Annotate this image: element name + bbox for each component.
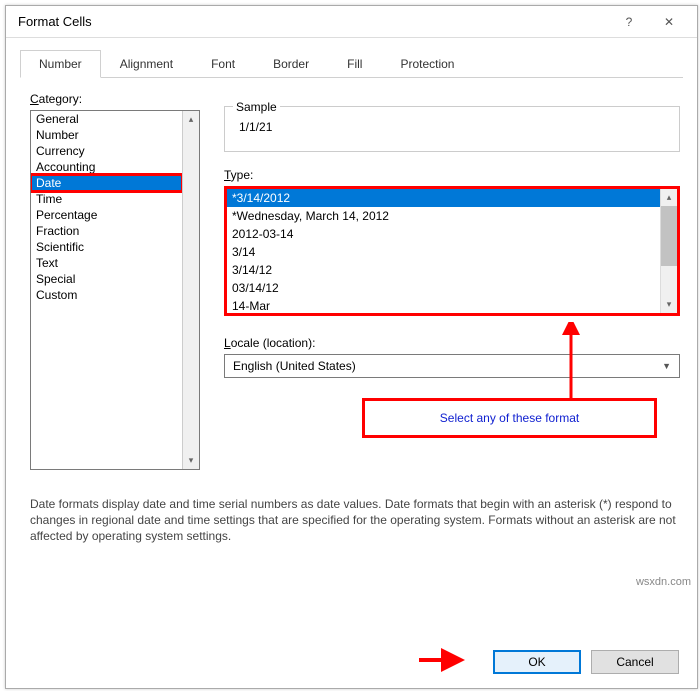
- watermark: wsxdn.com: [636, 576, 691, 588]
- category-items: General Number Currency Accounting Date …: [31, 111, 182, 469]
- type-listbox[interactable]: *3/14/2012 *Wednesday, March 14, 2012 20…: [224, 186, 680, 316]
- category-item[interactable]: Time: [31, 191, 182, 207]
- scroll-track[interactable]: [183, 128, 199, 452]
- annotation-text: Select any of these format: [440, 411, 579, 425]
- scroll-down-icon[interactable]: ▾: [183, 452, 199, 469]
- tab-alignment[interactable]: Alignment: [101, 50, 192, 78]
- category-item[interactable]: General: [31, 111, 182, 127]
- sample-label: Sample: [233, 100, 280, 114]
- category-scrollbar[interactable]: ▴ ▾: [182, 111, 199, 469]
- tab-content: Category: General Number Currency Accoun…: [6, 78, 697, 608]
- type-scrollbar[interactable]: ▴ ▾: [660, 189, 677, 313]
- chevron-down-icon: ▼: [662, 361, 671, 371]
- close-button[interactable]: ✕: [649, 7, 689, 37]
- locale-value: English (United States): [233, 359, 662, 373]
- dialog-buttons: OK Cancel: [493, 650, 679, 674]
- annotation-arrow: [561, 322, 581, 402]
- dialog-title: Format Cells: [18, 14, 609, 29]
- ok-button[interactable]: OK: [493, 650, 581, 674]
- tab-number[interactable]: Number: [20, 50, 101, 78]
- sample-value: 1/1/21: [235, 120, 669, 134]
- scroll-track[interactable]: [661, 206, 677, 296]
- type-item[interactable]: *Wednesday, March 14, 2012: [227, 207, 660, 225]
- category-item[interactable]: Percentage: [31, 207, 182, 223]
- tab-border[interactable]: Border: [254, 50, 328, 78]
- sample-box: Sample 1/1/21: [224, 106, 680, 152]
- category-label: Category:: [30, 92, 82, 106]
- scroll-up-icon[interactable]: ▴: [183, 111, 199, 128]
- category-item[interactable]: Currency: [31, 143, 182, 159]
- type-item[interactable]: 03/14/12: [227, 279, 660, 297]
- tab-font[interactable]: Font: [192, 50, 254, 78]
- scroll-thumb[interactable]: [661, 206, 677, 266]
- type-items: *3/14/2012 *Wednesday, March 14, 2012 20…: [227, 189, 660, 313]
- category-item[interactable]: Text: [31, 255, 182, 271]
- scroll-up-icon[interactable]: ▴: [661, 189, 677, 206]
- category-item[interactable]: Special: [31, 271, 182, 287]
- help-icon: ?: [626, 15, 633, 29]
- type-item[interactable]: 3/14: [227, 243, 660, 261]
- close-icon: ✕: [664, 15, 674, 29]
- description-text: Date formats display date and time seria…: [30, 496, 680, 545]
- type-item[interactable]: *3/14/2012: [227, 189, 660, 207]
- tab-fill[interactable]: Fill: [328, 50, 381, 78]
- tab-protection[interactable]: Protection: [381, 50, 473, 78]
- category-item[interactable]: Accounting: [31, 159, 182, 175]
- category-item[interactable]: Custom: [31, 287, 182, 303]
- format-cells-dialog: Format Cells ? ✕ Number Alignment Font B…: [5, 5, 698, 689]
- category-listbox[interactable]: General Number Currency Accounting Date …: [30, 110, 200, 470]
- category-item[interactable]: Number: [31, 127, 182, 143]
- category-item-date[interactable]: Date: [31, 175, 182, 191]
- type-item[interactable]: 14-Mar: [227, 297, 660, 313]
- type-label: Type:: [224, 168, 253, 182]
- locale-dropdown[interactable]: English (United States) ▼: [224, 354, 680, 378]
- tabs: Number Alignment Font Border Fill Protec…: [20, 50, 683, 78]
- scroll-down-icon[interactable]: ▾: [661, 296, 677, 313]
- ok-arrow-annotation: [417, 648, 465, 672]
- locale-label: Locale (location):: [224, 336, 315, 350]
- type-item[interactable]: 2012-03-14: [227, 225, 660, 243]
- category-item[interactable]: Scientific: [31, 239, 182, 255]
- type-item[interactable]: 3/14/12: [227, 261, 660, 279]
- category-item[interactable]: Fraction: [31, 223, 182, 239]
- titlebar: Format Cells ? ✕: [6, 6, 697, 38]
- help-button[interactable]: ?: [609, 7, 649, 37]
- cancel-button[interactable]: Cancel: [591, 650, 679, 674]
- annotation-callout: Select any of these format: [362, 398, 657, 438]
